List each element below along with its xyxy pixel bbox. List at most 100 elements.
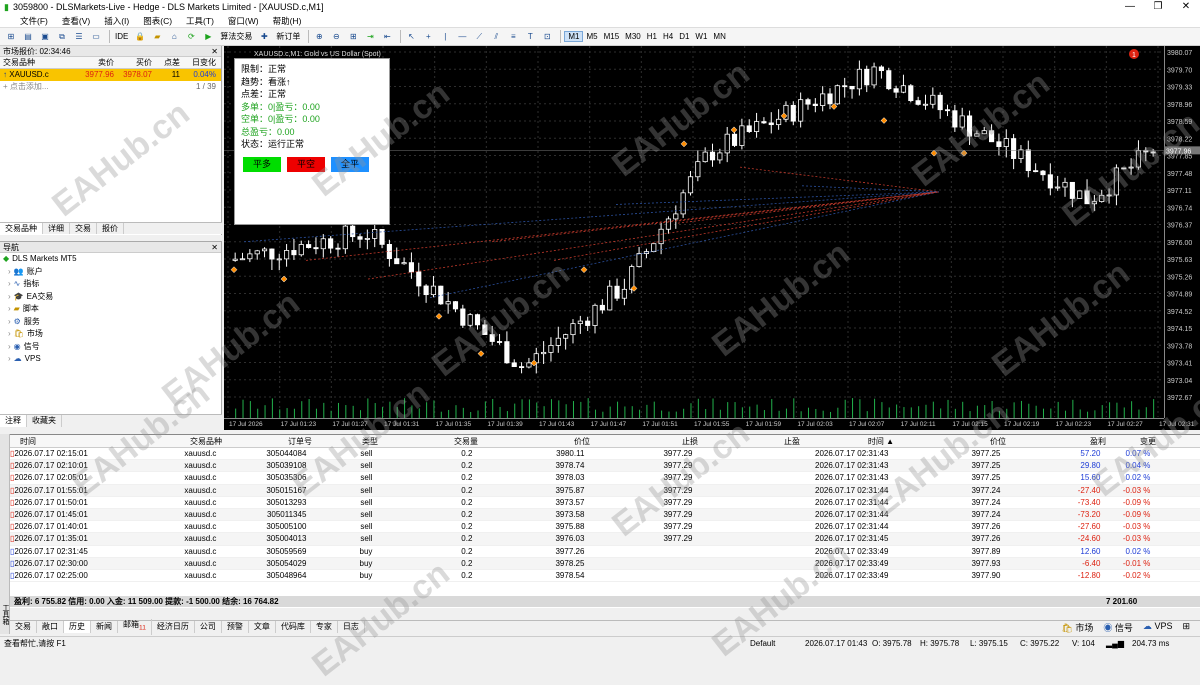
zoom-in-icon[interactable]: ⊕: [312, 30, 326, 44]
close-icon[interactable]: ✕: [211, 46, 218, 57]
col-close-price[interactable]: 价位: [894, 435, 1006, 447]
nav-item-market[interactable]: › 🛍 市场: [0, 328, 221, 341]
history-row[interactable]: ▯ 2026.07.17 02:15:01 xauusd.c 305044084 se…: [10, 448, 1200, 461]
fibonacci-icon[interactable]: ≡: [506, 30, 520, 44]
signals-link[interactable]: ◉ 信号: [1103, 621, 1133, 634]
menu-file[interactable]: 文件(F): [20, 15, 48, 27]
history-row[interactable]: ▯ 2026.07.17 02:30:00 xauusd.c 305054029 bu…: [10, 557, 1200, 570]
col-daily-change[interactable]: 日变化: [180, 57, 218, 68]
tab-symbols[interactable]: 交易品种: [0, 223, 43, 234]
window-icon[interactable]: ▣: [38, 30, 52, 44]
tab-trade[interactable]: 交易: [10, 621, 37, 633]
history-row[interactable]: ▯ 2026.07.17 01:50:01 xauusd.c 305013293 se…: [10, 497, 1200, 509]
tab-experts[interactable]: 专家: [311, 621, 338, 633]
folder-icon[interactable]: ▰: [150, 30, 164, 44]
col-time[interactable]: 时间: [10, 435, 130, 447]
channel-icon[interactable]: ⫽: [489, 30, 503, 44]
col-change[interactable]: 变更: [1106, 435, 1166, 447]
tester-icon[interactable]: ⊞: [1182, 621, 1190, 634]
col-type[interactable]: 类型: [312, 435, 378, 447]
tab-exposure[interactable]: 敞口: [37, 621, 64, 633]
timeframe-w1[interactable]: W1: [692, 32, 710, 41]
tab-trading[interactable]: 交易: [70, 223, 97, 234]
tab-ticks[interactable]: 报价: [97, 223, 124, 234]
chart-shift-icon[interactable]: ⇤: [380, 30, 394, 44]
text-icon[interactable]: T: [523, 30, 537, 44]
timeframe-d1[interactable]: D1: [676, 32, 692, 41]
algo-trading-button[interactable]: 算法交易: [218, 30, 254, 44]
menu-view[interactable]: 查看(V): [62, 15, 90, 27]
timeframe-h4[interactable]: H4: [660, 32, 676, 41]
nav-root[interactable]: ◆ DLS Markets MT5: [0, 253, 221, 266]
nav-item-accounts[interactable]: › 👥 账户: [0, 266, 221, 279]
col-profit[interactable]: 盈利: [1006, 435, 1106, 447]
history-row[interactable]: ▯ 2026.07.17 01:35:01 xauusd.c 305004013 se…: [10, 533, 1200, 546]
toolbox-side[interactable]: 工具箱: [0, 434, 10, 634]
timeframe-mn[interactable]: MN: [710, 32, 728, 41]
new-order-icon[interactable]: ✚: [257, 30, 271, 44]
market-link[interactable]: 🛍 市场: [1061, 621, 1093, 634]
timeframe-m5[interactable]: M5: [583, 32, 600, 41]
close-icon[interactable]: ✕: [211, 242, 218, 253]
autoscroll-icon[interactable]: ⇥: [363, 30, 377, 44]
nav-item-experts[interactable]: › 🎓 EA交易: [0, 291, 221, 304]
shapes-icon[interactable]: ⊡: [540, 30, 554, 44]
menu-tools[interactable]: 工具(T): [186, 15, 214, 27]
ide-button[interactable]: IDE: [113, 30, 130, 44]
col-ask[interactable]: 买价: [114, 57, 152, 68]
close-long-button[interactable]: 平多: [243, 157, 281, 172]
nav-item-indicators[interactable]: › ∿ 指标: [0, 278, 221, 291]
navigator-icon[interactable]: ☰: [72, 30, 86, 44]
timeframe-m15[interactable]: M15: [601, 32, 623, 41]
tab-journal[interactable]: 日志: [338, 621, 365, 633]
col-symbol[interactable]: 交易品种: [0, 57, 84, 68]
close-button[interactable]: ✕: [1172, 0, 1200, 14]
tab-details[interactable]: 详细: [43, 223, 70, 234]
tab-articles[interactable]: 文章: [249, 621, 276, 633]
history-row[interactable]: ▯ 2026.07.17 02:05:01 xauusd.c 305035306 se…: [10, 472, 1200, 485]
minimize-button[interactable]: —: [1116, 0, 1144, 14]
nav-item-vps[interactable]: › ☁ VPS: [0, 353, 221, 366]
new-order-button[interactable]: 新订单: [274, 30, 302, 44]
tab-calendar[interactable]: 经济日历: [152, 621, 195, 633]
close-short-button[interactable]: 平空: [287, 157, 325, 172]
col-price[interactable]: 价位: [478, 435, 590, 447]
market-watch-icon[interactable]: ⧉: [55, 30, 69, 44]
tab-company[interactable]: 公司: [195, 621, 222, 633]
horizontal-line-icon[interactable]: —: [455, 30, 469, 44]
col-ticket[interactable]: 订单号: [222, 435, 312, 447]
vertical-line-icon[interactable]: |: [438, 30, 452, 44]
grid-icon[interactable]: ⊞: [346, 30, 360, 44]
timeframe-h1[interactable]: H1: [644, 32, 660, 41]
status-profile[interactable]: Default: [750, 637, 775, 651]
vps-link[interactable]: ☁ VPS: [1143, 621, 1173, 634]
history-row[interactable]: ▯ 2026.07.17 02:10:01 xauusd.c 305039108 se…: [10, 460, 1200, 473]
tab-alerts[interactable]: 预警: [222, 621, 249, 633]
symbol-row[interactable]: ↑ XAUUSD.c 3977.96 3978.07 11 0.04%: [0, 69, 221, 81]
history-row[interactable]: ▯ 2026.07.17 01:45:01 xauusd.c 305011345 se…: [10, 508, 1200, 522]
col-bid[interactable]: 卖价: [84, 57, 114, 68]
col-sl[interactable]: 止损: [590, 435, 698, 447]
terminal-icon[interactable]: ▭: [89, 30, 103, 44]
cursor-icon[interactable]: ↖: [404, 30, 418, 44]
close-all-button[interactable]: 全平: [331, 157, 369, 172]
col-symbol[interactable]: 交易品种: [130, 435, 222, 447]
price-chart[interactable]: 3980.07 3979.70 3979.33 3978.96 3978.59 3978.…: [224, 46, 1200, 430]
nav-item-services[interactable]: › ⚙ 服务: [0, 316, 221, 329]
col-tp[interactable]: 止盈: [698, 435, 800, 447]
history-row[interactable]: ▯ 2026.07.17 02:25:00 xauusd.c 305048964 bu…: [10, 570, 1200, 583]
lock-icon[interactable]: 🔒: [133, 30, 147, 44]
nav-item-scripts[interactable]: › ▰ 脚本: [0, 303, 221, 316]
new-chart-icon[interactable]: ⊞: [4, 30, 18, 44]
tab-mailbox[interactable]: 邮箱11: [118, 619, 152, 635]
add-symbol-row[interactable]: + 点击添加... 1 / 39: [0, 81, 221, 93]
timeframe-m30[interactable]: M30: [622, 32, 644, 41]
tab-favorites[interactable]: 收藏夹: [27, 415, 62, 427]
history-row[interactable]: ▯ 2026.07.17 01:40:01 xauusd.c 305005100 se…: [10, 521, 1200, 534]
history-row[interactable]: ▯ 2026.07.17 02:31:45 xauusd.c 305059569 bu…: [10, 546, 1200, 558]
tab-news[interactable]: 新闻: [91, 621, 118, 633]
profiles-icon[interactable]: ▤: [21, 30, 35, 44]
maximize-button[interactable]: ❐: [1144, 0, 1172, 14]
menu-help[interactable]: 帮助(H): [273, 15, 302, 27]
tab-common[interactable]: 注释: [0, 415, 27, 427]
